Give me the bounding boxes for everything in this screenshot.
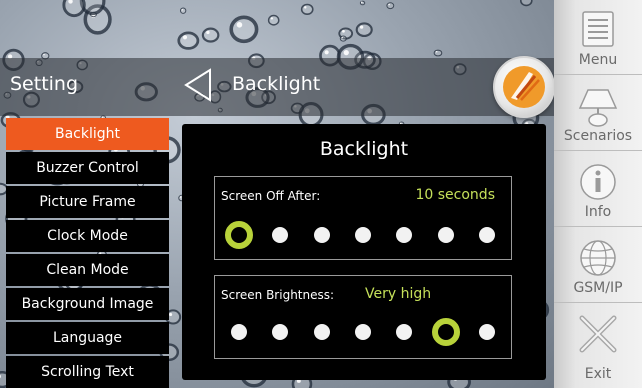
slider-dot-selected[interactable] (431, 318, 460, 346)
menu-item-label: Clean Mode (46, 262, 129, 278)
menu-item-label: Background Image (21, 296, 154, 312)
slider-dot[interactable] (354, 324, 371, 340)
menu-item-label: Scrolling Text (41, 364, 134, 380)
slider-dot[interactable] (272, 324, 289, 340)
back-arrow-icon (184, 68, 211, 102)
exit-button[interactable]: Exit (554, 304, 642, 388)
panel-title: Backlight (319, 138, 409, 160)
slider-dot[interactable] (354, 227, 371, 243)
menu-item-scrolling-text[interactable]: Scrolling Text (6, 356, 169, 388)
page-title: Backlight (232, 73, 321, 95)
scenarios-button[interactable]: Scenarios (554, 76, 642, 151)
info-icon (580, 164, 616, 200)
menu-item-label: Buzzer Control (36, 160, 139, 176)
slider-dot[interactable] (478, 227, 495, 243)
brightness-group: Screen Brightness: Very high (214, 275, 512, 359)
brightness-value: Very high (365, 286, 432, 302)
menu-item-clock-mode[interactable]: Clock Mode (6, 220, 169, 252)
screen-off-group: Screen Off After: 10 seconds (214, 176, 512, 260)
menu-item-background-image[interactable]: Background Image (6, 288, 169, 320)
section-title: Setting (10, 73, 79, 95)
menu-item-backlight[interactable]: Backlight (6, 118, 169, 150)
gsm-ip-button[interactable]: GSM/IP (554, 228, 642, 303)
menu-item-label: Backlight (54, 126, 121, 142)
slider-dot[interactable] (396, 324, 413, 340)
screen-off-value: 10 seconds (415, 187, 496, 203)
brand-logo (493, 56, 555, 118)
slider-dot-selected[interactable] (225, 221, 253, 249)
menu-item-language[interactable]: Language (6, 322, 169, 354)
menu-button[interactable]: Menu (554, 0, 642, 75)
slider-dot[interactable] (478, 324, 495, 340)
slider-dot[interactable] (313, 324, 330, 340)
menu-button-label: Menu (578, 52, 618, 68)
menu-item-label: Language (52, 330, 123, 346)
menu-list-icon (582, 11, 614, 47)
info-button[interactable]: Info (554, 152, 642, 227)
slider-dot[interactable] (231, 324, 247, 340)
gsm-ip-button-label: GSM/IP (573, 280, 623, 296)
scenarios-lamp-icon (578, 89, 618, 127)
slider-dot[interactable] (313, 227, 330, 243)
settings-menu: Backlight Buzzer Control Picture Frame C… (6, 118, 169, 388)
screen-off-label: Screen Off After: (221, 189, 321, 203)
slider-dot[interactable] (272, 227, 289, 243)
scenarios-button-label: Scenarios (563, 128, 633, 144)
right-sidebar: Menu Scenarios Info GSM/IP Exit (554, 0, 642, 388)
menu-item-picture-frame[interactable]: Picture Frame (6, 186, 169, 218)
slider-dot[interactable] (437, 227, 454, 243)
globe-icon (580, 240, 616, 276)
menu-item-buzzer-control[interactable]: Buzzer Control (6, 152, 169, 184)
menu-item-label: Clock Mode (47, 228, 128, 244)
brightness-label: Screen Brightness: (221, 288, 335, 302)
menu-item-clean-mode[interactable]: Clean Mode (6, 254, 169, 286)
backlight-panel: Backlight Screen Off After: 10 seconds S… (182, 124, 546, 380)
back-button[interactable] (180, 68, 216, 102)
logo-icon (503, 66, 545, 108)
slider-dot[interactable] (396, 227, 413, 243)
exit-x-icon (579, 315, 617, 353)
info-button-label: Info (584, 204, 612, 220)
menu-item-label: Picture Frame (39, 194, 136, 210)
exit-button-label: Exit (584, 366, 612, 382)
